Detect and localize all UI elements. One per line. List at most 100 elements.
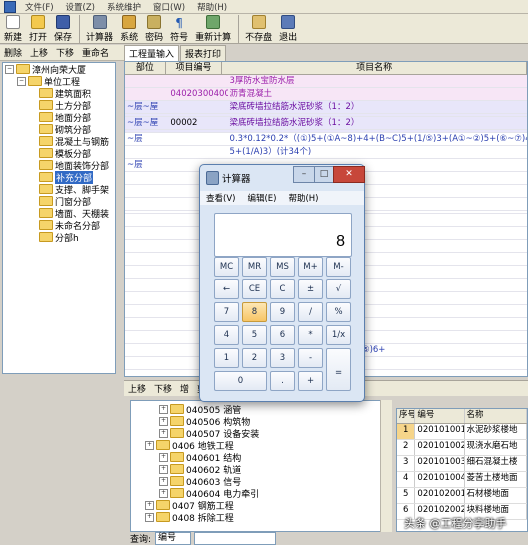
exit-button[interactable]: 退出 [279, 15, 297, 43]
collapse-icon[interactable]: − [5, 64, 14, 74]
tree-node[interactable]: 砌筑分部 [3, 123, 115, 136]
key-one[interactable]: 1 [214, 348, 239, 368]
key-m-minus[interactable]: M- [326, 257, 351, 277]
expand-icon[interactable]: + [159, 476, 168, 486]
menu-system[interactable]: 系统维护 [101, 1, 147, 13]
minimize-button[interactable]: – [293, 166, 315, 183]
key-eight[interactable]: 8 [242, 302, 267, 322]
delete-button[interactable]: 删除 [0, 46, 26, 59]
rename-button[interactable]: 重命名 [78, 46, 113, 59]
expand-icon[interactable]: + [145, 500, 154, 510]
grid-row[interactable]: ~层~屋 00002 梁底砖墙拉结筋水泥砂浆（1：2） [125, 117, 527, 130]
tree-node-unit[interactable]: − 单位工程 [3, 75, 115, 88]
key-zero[interactable]: 0 [214, 371, 267, 391]
key-reciprocal[interactable]: 1/x [326, 325, 351, 345]
library-table-row[interactable]: 3 020101003 细石混凝土楼 [397, 456, 527, 472]
library-tree-node[interactable]: +0407 钢筋工程 [131, 499, 391, 512]
calc-menu-view[interactable]: 查看(V) [200, 192, 241, 204]
password-button[interactable]: 密码 [145, 15, 163, 43]
expand-icon[interactable]: + [159, 404, 168, 414]
tree-node[interactable]: 未命名分部 [3, 219, 115, 232]
system-button[interactable]: 系统 [120, 15, 138, 43]
calc-menu-edit[interactable]: 编辑(E) [241, 192, 282, 204]
library-table-row[interactable]: 2 020101002 现浇水磨石地 [397, 440, 527, 456]
grid-row[interactable]: 5+(1/A)3）(计34个) [125, 146, 527, 159]
menu-file[interactable]: 文件(F) [19, 1, 60, 13]
library-table-row[interactable]: 5 020102001 石材楼地面 [397, 488, 527, 504]
new-button[interactable]: 新建 [4, 15, 22, 43]
menu-window[interactable]: 窗口(W) [147, 1, 191, 13]
library-tree-node[interactable]: +0406 地铁工程 [131, 439, 391, 452]
key-equals[interactable]: = [326, 348, 351, 391]
search-field-select[interactable]: 编号 [155, 531, 192, 545]
key-nine[interactable]: 9 [270, 302, 295, 322]
tree-node[interactable]: 门窗分部 [3, 195, 115, 208]
symbol-button[interactable]: ¶ 符号 [170, 15, 188, 43]
key-two[interactable]: 2 [242, 348, 267, 368]
panel-splitter[interactable] [117, 62, 124, 374]
key-seven[interactable]: 7 [214, 302, 239, 322]
maximize-button[interactable]: □ [314, 166, 334, 183]
tree-node[interactable]: 地面装饰分部 [3, 159, 115, 172]
bottom-bar-button[interactable]: 上移 [124, 382, 150, 395]
recalculate-button[interactable]: 重新计算 [195, 15, 231, 43]
tree-node[interactable]: 补充分部 [3, 170, 115, 184]
key-multiply[interactable]: * [298, 325, 323, 345]
grid-row[interactable]: 3厚防水宝防水层 [125, 75, 527, 88]
key-mr[interactable]: MR [242, 257, 267, 277]
key-plus[interactable]: + [298, 371, 323, 391]
key-four[interactable]: 4 [214, 325, 239, 345]
search-input[interactable] [194, 531, 277, 545]
library-tree-node[interactable]: +040601 结构 [131, 451, 391, 464]
tab-quantity-input[interactable]: 工程量输入 [124, 45, 180, 61]
bottom-bar-button[interactable]: 下移 [150, 382, 176, 395]
menu-settings[interactable]: 设置(Z) [60, 1, 101, 13]
library-table-row[interactable]: 1 020101001 水泥砂浆楼地 [397, 424, 527, 440]
key-sqrt[interactable]: √ [326, 279, 351, 299]
move-up-button[interactable]: 上移 [26, 46, 52, 59]
tree-node[interactable]: 模板分部 [3, 147, 115, 160]
library-tree-node[interactable]: +0408 拆除工程 [131, 511, 391, 524]
no-save-button[interactable]: 不存盘 [238, 15, 272, 43]
library-table-row[interactable]: 4 020101004 菱苦土楼地面 [397, 472, 527, 488]
move-down-button[interactable]: 下移 [52, 46, 78, 59]
tree-node[interactable]: 分部h [3, 231, 115, 244]
bottom-bar-button[interactable]: 增 [176, 382, 193, 395]
grid-row[interactable]: 040203004001沥青混凝土 [125, 88, 527, 101]
expand-icon[interactable]: + [145, 440, 154, 450]
tree-node[interactable]: 建筑面积 [3, 87, 115, 100]
expand-icon[interactable]: + [159, 428, 168, 438]
tree-node[interactable]: 墙面、天棚装 [3, 207, 115, 220]
key-minus[interactable]: - [298, 348, 323, 368]
grid-row[interactable]: ~层~屋 梁底砖墙拉结筋水泥砂浆（1：2） [125, 101, 527, 114]
key-six[interactable]: 6 [270, 325, 295, 345]
expand-icon[interactable]: + [159, 416, 168, 426]
expand-icon[interactable]: + [145, 512, 154, 522]
library-scrollbar[interactable] [380, 400, 392, 532]
save-button[interactable]: 保存 [54, 15, 72, 43]
key-divide[interactable]: / [298, 302, 323, 322]
key-percent[interactable]: % [326, 302, 351, 322]
key-ms[interactable]: MS [270, 257, 295, 277]
key-five[interactable]: 5 [242, 325, 267, 345]
library-tree-node[interactable]: +040507 设备安装 [131, 427, 391, 440]
tree-node[interactable]: 支撑、脚手架 [3, 183, 115, 196]
tree-node[interactable]: 土方分部 [3, 99, 115, 112]
key-m-plus[interactable]: M+ [298, 257, 323, 277]
expand-icon[interactable]: + [159, 452, 168, 462]
tree-node[interactable]: 混凝土与钢筋 [3, 135, 115, 148]
collapse-icon[interactable]: − [17, 76, 26, 86]
tree-node[interactable]: 地面分部 [3, 111, 115, 124]
close-button[interactable]: ✕ [333, 166, 365, 183]
key-plus-minus[interactable]: ± [298, 279, 323, 299]
open-button[interactable]: 打开 [29, 15, 47, 43]
expand-icon[interactable]: + [159, 464, 168, 474]
tab-report-print[interactable]: 报表打印 [180, 45, 227, 61]
menu-help[interactable]: 帮助(H) [191, 1, 233, 13]
library-tree-node[interactable]: +040505 涵管 [131, 403, 391, 416]
key-ce[interactable]: CE [242, 279, 267, 299]
calculator-button[interactable]: 计算器 [79, 15, 113, 43]
calc-menu-help[interactable]: 帮助(H) [282, 192, 324, 204]
library-tree-node[interactable]: +040506 构筑物 [131, 415, 391, 428]
key-clear[interactable]: C [270, 279, 295, 299]
